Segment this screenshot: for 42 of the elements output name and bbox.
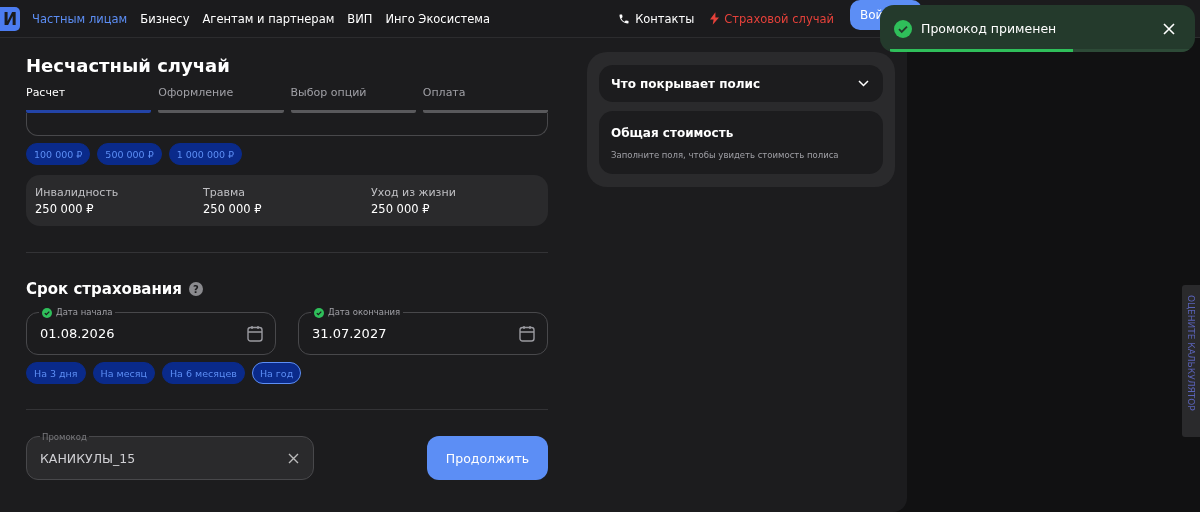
step-tab[interactable]: Оформление <box>158 86 284 113</box>
cost-hint: Заполните поля, чтобы увидеть стоимость полиса <box>611 149 840 160</box>
phone-icon <box>618 12 631 25</box>
nav-link[interactable]: Бизнесу <box>140 11 190 26</box>
nav-link[interactable]: Инго Экосистема <box>385 11 490 26</box>
logo[interactable]: И <box>0 6 20 31</box>
coverage-label: Инвалидность <box>35 185 120 199</box>
page-title: Несчастный случай <box>26 54 231 78</box>
calendar-icon[interactable] <box>519 325 535 342</box>
clear-icon[interactable] <box>288 452 299 464</box>
coverage-label: Травма <box>203 185 246 199</box>
header-link[interactable]: Страховой случай <box>710 11 834 26</box>
coverage-label: Уход из жизни <box>371 185 457 199</box>
cost-title: Общая стоимость <box>611 125 735 140</box>
coverage-value: 250 000 ₽ <box>203 201 263 216</box>
term-chip[interactable]: На 6 месяцев <box>161 362 245 384</box>
step-tab[interactable]: Оплата <box>422 86 548 113</box>
toast-message: Промокод применен <box>921 21 1058 36</box>
step-tab[interactable]: Выбор опций <box>290 86 416 113</box>
help-icon[interactable]: ? <box>189 282 203 296</box>
nav-link[interactable]: ВИП <box>347 11 373 26</box>
section-title: Срок страхования <box>26 280 182 298</box>
term-chip[interactable]: На год <box>251 362 302 384</box>
lightning-icon <box>710 12 720 25</box>
nav-link[interactable]: Частным лицам <box>32 11 128 26</box>
amount-chip[interactable]: 500 000 ₽ <box>97 143 162 165</box>
close-icon[interactable] <box>1163 22 1175 35</box>
success-icon <box>894 19 912 38</box>
term-chip[interactable]: На 3 дня <box>26 362 86 384</box>
term-chip[interactable]: На месяц <box>92 362 155 384</box>
coverage-value: 250 000 ₽ <box>371 201 431 216</box>
calendar-icon[interactable] <box>247 325 263 342</box>
nav-link[interactable]: Агентам и партнерам <box>202 11 335 26</box>
field-label: Промокод <box>40 432 89 442</box>
amount-chip[interactable]: 100 000 ₽ <box>26 143 91 165</box>
chevron-icon <box>858 80 869 87</box>
accordion-header[interactable]: Что покрывает полис <box>599 65 883 102</box>
amount-chip[interactable]: 1 000 000 ₽ <box>168 143 243 165</box>
step-tab[interactable]: Расчет <box>26 86 152 113</box>
header-link[interactable]: Контакты <box>618 11 695 26</box>
input-field[interactable] <box>26 113 548 136</box>
coverage-value: 250 000 ₽ <box>35 201 95 216</box>
